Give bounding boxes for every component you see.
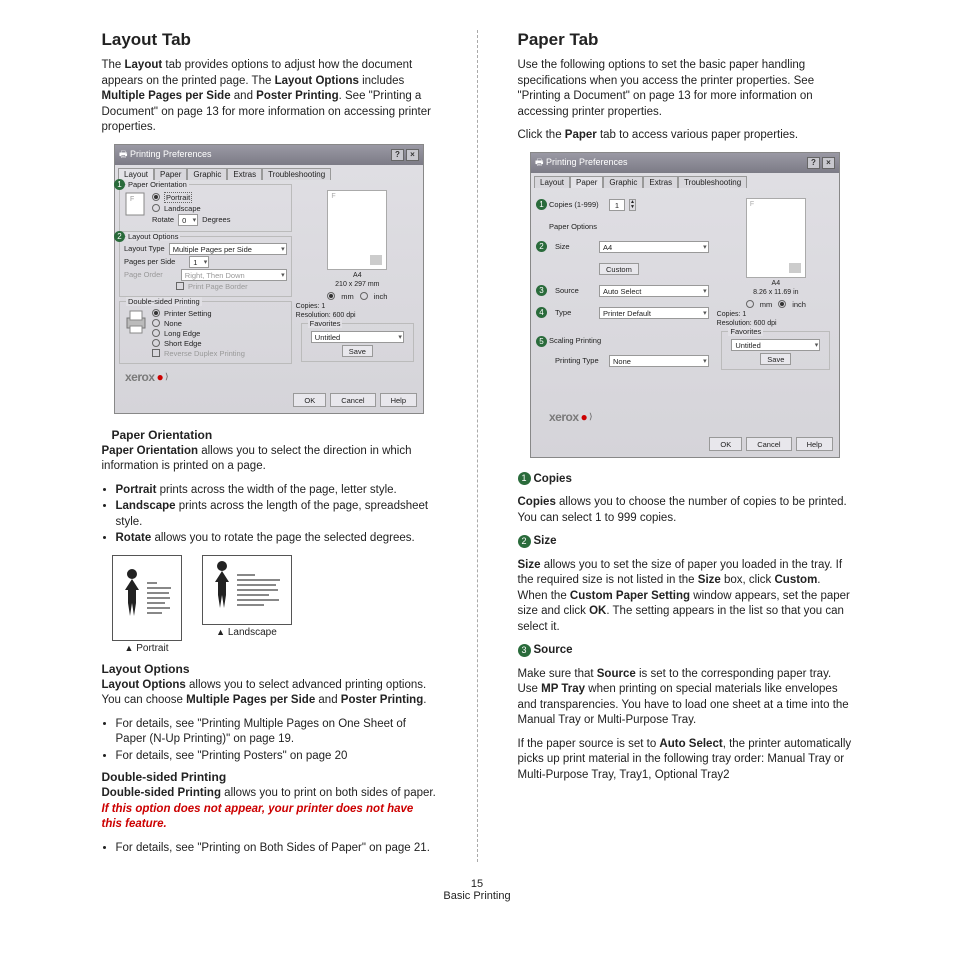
source-combo[interactable]: Auto Select: [599, 285, 709, 297]
tab-troubleshooting[interactable]: Troubleshooting: [262, 168, 331, 180]
help-icon[interactable]: ?: [391, 149, 404, 161]
layout-options-subhead: Layout Options: [102, 662, 437, 676]
callout-5: 5: [536, 336, 547, 347]
dialog-titlebar: 🖶 Printing Preferences ? ×: [115, 145, 423, 165]
pages-per-side-combo[interactable]: 1: [189, 256, 209, 268]
tab-extras[interactable]: Extras: [643, 176, 678, 188]
favorites-combo[interactable]: Untitled: [311, 331, 404, 343]
printing-type-combo[interactable]: None: [609, 355, 709, 367]
printer-icon: [124, 308, 148, 336]
brand-logo: xerox ●⟩: [119, 368, 292, 386]
inch-radio[interactable]: [778, 300, 786, 308]
callout-2: 2: [114, 231, 125, 242]
rotate-combo[interactable]: 0: [178, 214, 198, 226]
mm-radio[interactable]: [746, 300, 754, 308]
close-icon[interactable]: ×: [406, 149, 419, 161]
layout-type-combo[interactable]: Multiple Pages per Side: [169, 243, 287, 255]
custom-button[interactable]: Custom: [599, 263, 639, 275]
page-icon: F: [124, 191, 148, 219]
favorites-combo[interactable]: Untitled: [731, 339, 820, 351]
page-preview: F: [746, 198, 806, 278]
page-order-combo: Right, Then Down: [181, 269, 287, 281]
dialog-titlebar: 🖶 Printing Preferences ? ×: [531, 153, 839, 173]
copies-input[interactable]: 1: [609, 199, 625, 211]
save-button[interactable]: Save: [760, 353, 791, 365]
left-column: Layout Tab The Layout tab provides optio…: [92, 30, 447, 862]
ok-button[interactable]: OK: [709, 437, 742, 451]
size-combo[interactable]: A4: [599, 241, 709, 253]
printer-setting-radio[interactable]: [152, 309, 160, 317]
column-divider: [477, 30, 478, 862]
callout-3: 3: [536, 285, 547, 296]
landscape-radio[interactable]: [152, 204, 160, 212]
tab-paper[interactable]: Paper: [570, 176, 603, 188]
tab-layout[interactable]: Layout: [118, 168, 154, 180]
callout-2: 2: [536, 241, 547, 252]
double-sided-group: Double-sided Printing Printer Setting No…: [119, 301, 292, 364]
help-button[interactable]: Help: [380, 393, 417, 407]
cancel-button[interactable]: Cancel: [746, 437, 791, 451]
callout-1: 1: [536, 199, 547, 210]
svg-text:F: F: [130, 196, 134, 203]
inch-radio[interactable]: [360, 292, 368, 300]
orientation-figures: ▲ Portrait ▲ Landscape: [112, 555, 437, 654]
save-button[interactable]: Save: [342, 345, 373, 357]
long-edge-radio[interactable]: [152, 329, 160, 337]
brand-logo: xerox ●⟩: [543, 408, 709, 426]
dialog-tabs: Layout Paper Graphic Extras Troubleshoot…: [115, 165, 423, 180]
page-preview: F: [327, 190, 387, 270]
ok-button[interactable]: OK: [293, 393, 326, 407]
paper-tab-heading: Paper Tab: [518, 30, 853, 50]
mm-radio[interactable]: [327, 292, 335, 300]
tab-graphic[interactable]: Graphic: [603, 176, 643, 188]
favorites-group: Favorites Untitled Save: [721, 331, 830, 370]
right-column: Paper Tab Use the following options to s…: [508, 30, 863, 862]
dialog-tabs: Layout Paper Graphic Extras Troubleshoot…: [531, 173, 839, 188]
portrait-radio[interactable]: [152, 193, 160, 201]
paper-orientation-group: 1 Paper Orientation F Portrait Landscape…: [119, 184, 292, 232]
tab-troubleshooting[interactable]: Troubleshooting: [678, 176, 747, 188]
paper-dialog-figure: 🖶 Printing Preferences ? × Layout Paper …: [530, 152, 840, 458]
tab-layout[interactable]: Layout: [534, 176, 570, 188]
paper-tab-intro: Use the following options to set the bas…: [518, 58, 853, 120]
help-button[interactable]: Help: [796, 437, 833, 451]
none-radio[interactable]: [152, 319, 160, 327]
tab-extras[interactable]: Extras: [227, 168, 262, 180]
cancel-button[interactable]: Cancel: [330, 393, 375, 407]
layout-tab-heading: Layout Tab: [102, 30, 437, 50]
favorites-group: Favorites Untitled Save: [301, 323, 414, 362]
paper-orientation-subhead: Paper Orientation: [112, 428, 437, 442]
print-border-check: [176, 282, 184, 290]
layout-dialog-figure: 🖶 Printing Preferences ? × Layout Paper …: [114, 144, 424, 414]
layout-options-group: 2 Layout Options Layout TypeMultiple Pag…: [119, 236, 292, 297]
callout-4: 4: [536, 307, 547, 318]
help-icon[interactable]: ?: [807, 157, 820, 169]
layout-tab-intro: The Layout tab provides options to adjus…: [102, 58, 437, 136]
tab-paper[interactable]: Paper: [154, 168, 187, 180]
type-combo[interactable]: Printer Default: [599, 307, 709, 319]
double-sided-subhead: Double-sided Printing: [102, 770, 437, 784]
callout-1: 1: [114, 179, 125, 190]
short-edge-radio[interactable]: [152, 339, 160, 347]
close-icon[interactable]: ×: [822, 157, 835, 169]
reverse-duplex-check: [152, 349, 160, 357]
tab-graphic[interactable]: Graphic: [187, 168, 227, 180]
page-footer: 15 Basic Printing: [20, 878, 934, 902]
